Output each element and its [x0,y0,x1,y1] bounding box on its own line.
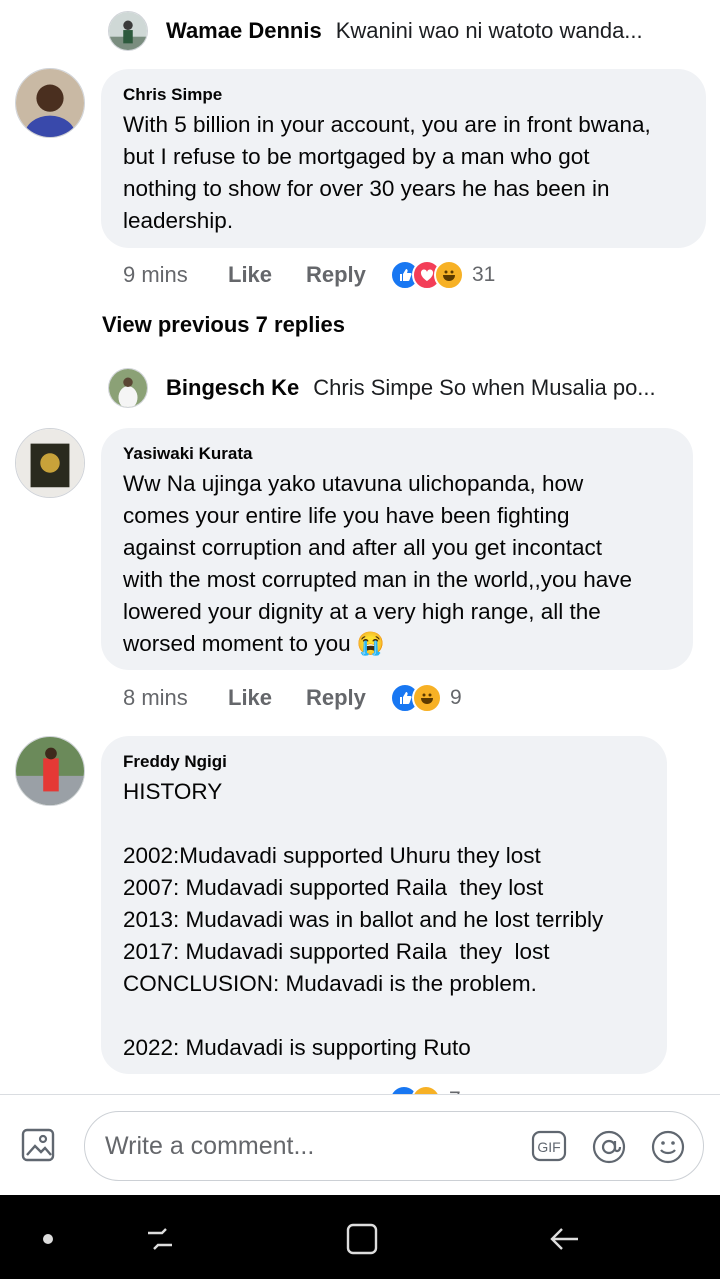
recent-apps-icon[interactable] [140,1219,180,1259]
comment-line: comes your entire life you have been fig… [123,503,570,528]
reactions-summary[interactable]: 9 [390,683,462,713]
reply-button[interactable]: Reply [306,685,390,711]
view-previous-replies[interactable]: View previous 7 replies [102,312,345,338]
comment-composer: Write a comment... GIF [0,1094,720,1195]
comment-line: 2013: Mudavadi was in ballot and he lost… [123,907,604,932]
comment-line: with the most corrupted man in the world… [123,567,633,592]
reply-author[interactable]: Bingesch Ke [166,375,299,401]
comment-line: worsed moment to you [123,631,351,656]
comment-line: lowered your dignity at a very high rang… [123,599,601,624]
comment-input-placeholder: Write a comment... [105,1132,315,1160]
reply-preview-mid[interactable]: Bingesch Ke Chris Simpe So when Musalia … [108,366,708,410]
comment-author[interactable]: Freddy Ngigi [123,752,645,772]
comment-line: HISTORY [123,779,223,804]
back-icon[interactable] [544,1219,584,1259]
reply-author[interactable]: Wamae Dennis [166,18,322,44]
reactions-summary[interactable]: 31 [390,260,495,290]
comment-actions: 9 mins Like Reply 31 [123,258,495,292]
comment-line: against corruption and after all you get… [123,535,603,560]
haha-reaction-icon [412,683,442,713]
comment-time: 9 mins [123,262,188,287]
reply-snippet: Kwanini wao ni watoto wanda... [335,18,643,43]
comment-line: nothing to show for over 30 years he has… [123,176,610,201]
photo-icon[interactable] [20,1127,60,1163]
gif-icon[interactable]: GIF [531,1130,567,1162]
comment-text: With 5 billion in your account, you are … [123,109,684,237]
comment-line: but I refuse to be mortgaged by a man wh… [123,144,590,169]
avatar[interactable] [108,11,148,51]
like-button[interactable]: Like [228,685,306,711]
comment-time: 8 mins [123,685,188,710]
comment-line: 2022: Mudavadi is supporting Ruto [123,1035,471,1060]
comment-input[interactable]: Write a comment... GIF [84,1111,704,1181]
reply-button[interactable]: Reply [306,262,390,288]
comment-bubble: Chris Simpe With 5 billion in your accou… [101,69,706,248]
comment-line: 2007: Mudavadi supported Raila they lost [123,875,544,900]
dot-icon[interactable] [28,1219,68,1259]
avatar[interactable] [108,368,148,408]
crying-emoji: 😭 [356,631,385,656]
comment-bubble: Freddy Ngigi HISTORY 2002:Mudavadi suppo… [101,736,667,1074]
comment-line [123,808,645,840]
comment-author[interactable]: Yasiwaki Kurata [123,444,671,464]
avatar[interactable] [15,428,85,498]
at-icon[interactable] [591,1129,627,1165]
emoji-icon[interactable] [650,1129,686,1165]
comment-line: With 5 billion in your account, you are … [123,112,651,137]
comment-actions: 8 mins Like Reply 9 [123,681,462,715]
comment-text: HISTORY 2002:Mudavadi supported Uhuru th… [123,776,645,1064]
comment-line: 2017: Mudavadi supported Raila they lost [123,939,550,964]
home-icon[interactable] [342,1219,382,1259]
svg-text:GIF: GIF [537,1139,560,1155]
comment-line: leadership. [123,208,234,233]
comment-text: Ww Na ujinga yako utavuna ulichopanda, h… [123,468,671,660]
avatar[interactable] [15,68,85,138]
reaction-count: 31 [472,263,496,286]
reaction-count: 9 [450,686,462,709]
avatar[interactable] [15,736,85,806]
comment-line [123,1000,645,1032]
like-button[interactable]: Like [228,262,306,288]
comment-bubble: Yasiwaki Kurata Ww Na ujinga yako utavun… [101,428,693,670]
reply-snippet: Chris Simpe So when Musalia po... [313,375,656,400]
comment-line: Ww Na ujinga yako utavuna ulichopanda, h… [123,471,584,496]
comment-line: CONCLUSION: Mudavadi is the problem. [123,971,537,996]
comment-line: 2002:Mudavadi supported Uhuru they lost [123,843,541,868]
haha-reaction-icon [434,260,464,290]
system-navbar [0,1195,720,1279]
comment-author[interactable]: Chris Simpe [123,85,684,105]
reply-preview-top[interactable]: Wamae Dennis Kwanini wao ni watoto wanda… [108,9,708,53]
